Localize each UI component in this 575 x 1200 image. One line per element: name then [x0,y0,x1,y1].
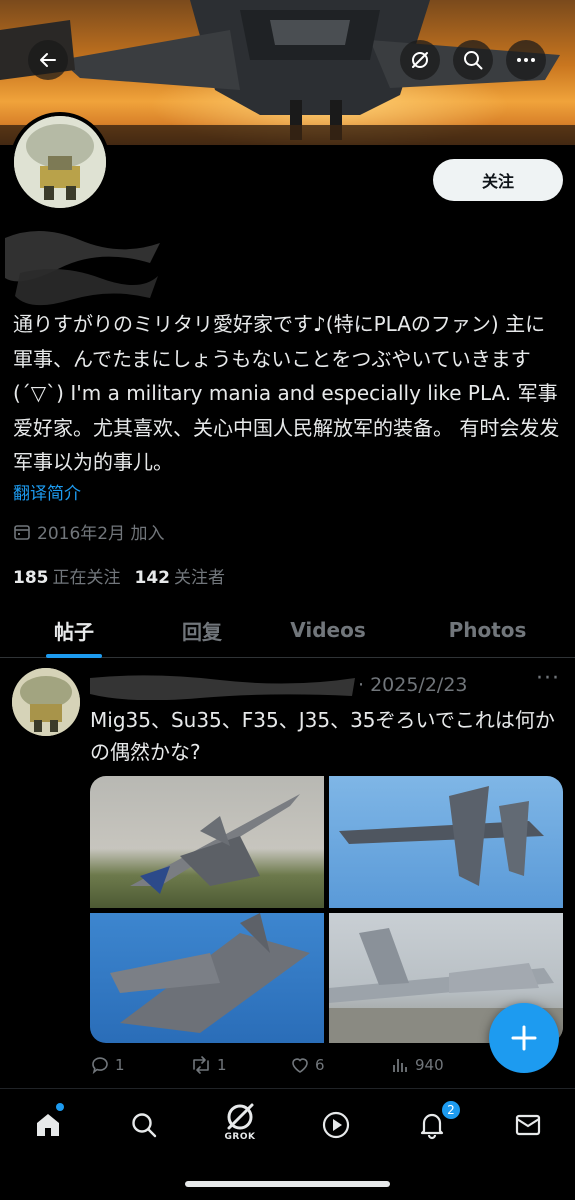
post-media-grid[interactable] [90,776,563,1043]
search-icon [132,1113,157,1138]
views-button[interactable]: 940 [390,1055,444,1075]
joined-date: 2016年2月 加入 [13,519,164,544]
more-button[interactable] [506,40,546,80]
views-count: 940 [415,1056,444,1074]
repost-count: 1 [217,1056,227,1074]
search-icon [464,51,483,70]
nav-messages[interactable] [508,1105,548,1145]
like-count: 6 [315,1056,325,1074]
redacted-display-name [5,230,160,306]
translate-bio-link[interactable]: 翻译简介 [13,479,81,504]
jet-image [339,786,544,886]
plus-icon [511,1025,537,1051]
follow-button[interactable]: 关注 [433,159,563,201]
nav-search[interactable] [124,1105,164,1145]
following-stat[interactable]: 185 正在关注 [13,563,121,588]
tab-posts[interactable]: 帖子 [46,602,102,658]
heart-icon [292,1058,308,1073]
redacted-author-name [90,675,355,700]
more-icon [517,58,535,62]
post-author-avatar[interactable] [12,668,80,736]
followers-stat[interactable]: 142 关注者 [135,563,226,588]
tab-replies[interactable]: 回复 [170,602,234,658]
media-image-mig35[interactable] [90,776,324,908]
home-icon [37,1114,59,1136]
post-date[interactable]: · 2025/2/23 [358,674,468,696]
search-button[interactable] [453,40,493,80]
play-icon [322,1111,350,1139]
active-tab-indicator [46,654,102,658]
post-more-button[interactable]: ··· [536,666,560,691]
translate-off-button[interactable] [400,40,440,80]
nav-home[interactable] [28,1105,68,1145]
reply-icon [92,1057,108,1075]
joined-label: 2016年2月 加入 [37,524,165,544]
post-text: Mig35、Su35、F35、J35、35ぞろいでこれは何かの偶然かな? [90,708,555,764]
post-actions: 1 1 6 940 [90,1055,560,1081]
repost-icon [193,1056,209,1074]
home-indicator[interactable] [185,1181,390,1187]
post-header: · 2025/2/23 ··· [90,666,560,700]
follow-stats: 185 正在关注 142 关注者 [13,563,225,588]
translate-off-icon [412,52,428,68]
tab-videos[interactable]: Videos [283,602,373,658]
media-image-su35[interactable] [329,776,563,908]
views-icon [393,1059,407,1072]
mail-icon [515,1114,541,1136]
avatar-image [14,116,106,208]
grok-icon [227,1103,254,1130]
media-image-f35[interactable] [90,913,324,1043]
back-button[interactable] [28,40,68,80]
tab-photos[interactable]: Photos [440,602,535,658]
jet-image [110,913,310,1033]
jet-image [130,794,300,894]
arrow-left-icon [40,53,56,67]
notification-badge: 2 [441,1100,461,1120]
nav-grok[interactable] [220,1097,260,1137]
reply-count: 1 [115,1056,125,1074]
repost-button[interactable]: 1 [190,1055,227,1075]
home-unread-dot [56,1103,64,1111]
compose-button[interactable] [489,1003,559,1073]
grok-label: GROK [224,1132,256,1142]
like-button[interactable]: 6 [290,1055,325,1075]
profile-avatar[interactable] [10,112,110,212]
profile-bio: 通りすがりのミリタリ愛好家です♪(特にPLAのファン) 主に軍事、んでたまにしょ… [13,312,560,474]
reply-button[interactable]: 1 [90,1055,125,1075]
profile-tabs: 帖子 回复 Videos Photos [0,602,575,658]
nav-video[interactable] [316,1105,356,1145]
calendar-icon [14,524,30,540]
post-avatar-image [12,668,80,736]
